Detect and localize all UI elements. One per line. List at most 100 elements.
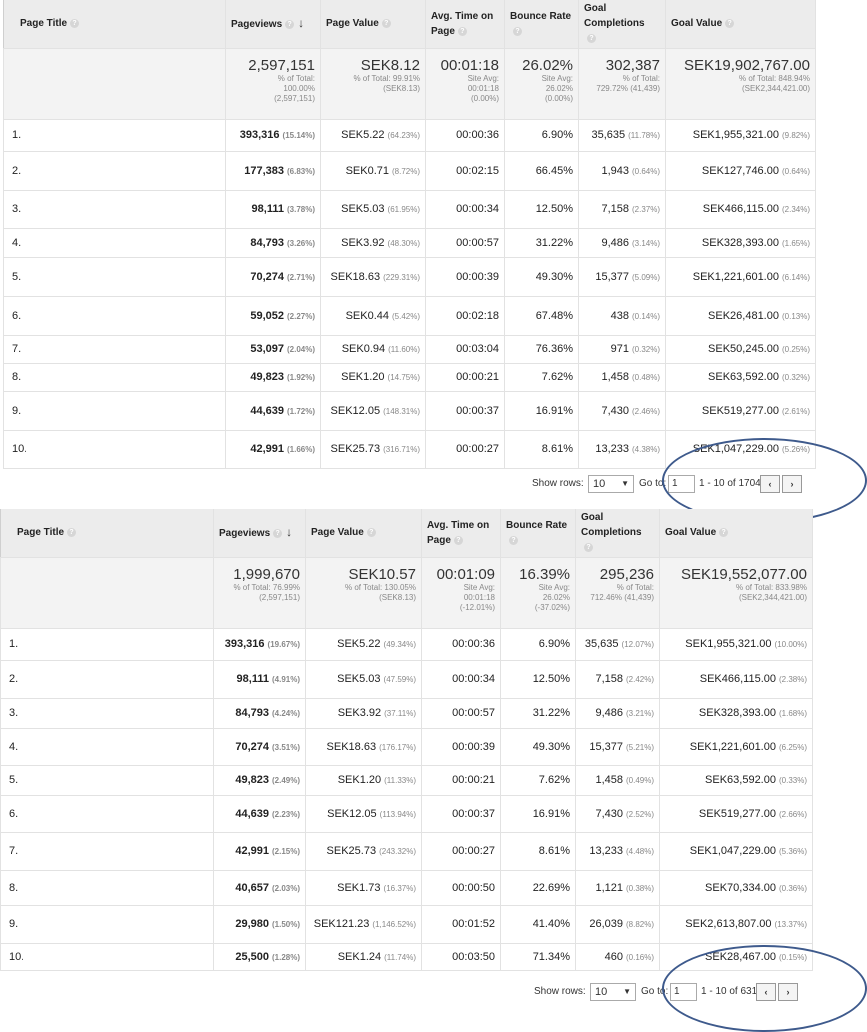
table-body: 1. 393,316 (15.14%) SEK5.22 (64.23%) 00:00:36… xyxy=(3,119,816,469)
goal-value-cell-percent: (0.36%) xyxy=(778,883,807,893)
table-row[interactable]: 5. 49,823 (2.49%) SEK1.20 (11.33%) 00:00:21 7.… xyxy=(0,765,813,796)
help-icon[interactable]: ? xyxy=(285,19,295,29)
goal-completions-cell-value: 35,635 xyxy=(591,129,626,141)
help-icon[interactable]: ? xyxy=(273,528,283,538)
page-title-link[interactable] xyxy=(23,872,209,903)
row-index-value: 9. xyxy=(9,918,19,930)
help-icon[interactable]: ? xyxy=(70,19,80,29)
sort-desc-icon[interactable]: ↓ xyxy=(298,16,304,30)
page-title-link[interactable] xyxy=(23,700,209,726)
bounce-rate-cell: 6.90% xyxy=(504,119,579,152)
row-index: 10. xyxy=(0,943,214,971)
goal-value-cell-percent: (2.38%) xyxy=(778,675,807,684)
col-header-page-title[interactable]: Page Title? xyxy=(0,509,214,558)
table-row[interactable]: 8. 49,823 (1.92%) SEK1.20 (14.75%) 00:00:21 7.… xyxy=(3,363,816,392)
avg-time-cell: 00:00:27 xyxy=(425,430,505,469)
table-row[interactable]: 2. 177,383 (6.83%) SEK0.71 (8.72%) 00:02:15 66… xyxy=(3,151,816,191)
show-rows-select[interactable]: 10 ▼ xyxy=(588,475,634,493)
table-row[interactable]: 1. 393,316 (19.67%) SEK5.22 (49.34%) 00:00:36… xyxy=(0,628,813,661)
col-header-avg-time[interactable]: Avg. Time on Page? xyxy=(425,0,505,49)
help-icon[interactable]: ? xyxy=(584,543,593,553)
col-header-pageviews[interactable]: Pageviews? ↓ xyxy=(213,509,306,558)
page-title-link[interactable] xyxy=(26,337,221,361)
col-header-goal-value[interactable]: Goal Value? xyxy=(659,509,813,558)
page-title-link[interactable] xyxy=(26,192,221,226)
col-header-bounce-rate[interactable]: Bounce Rate? xyxy=(500,509,576,558)
col-header-page-value[interactable]: Page Value? xyxy=(305,509,422,558)
help-icon[interactable]: ? xyxy=(381,19,391,29)
bounce-rate-cell-value: 31.22% xyxy=(535,236,573,249)
table-row[interactable]: 1. 393,316 (15.14%) SEK5.22 (64.23%) 00:00:36… xyxy=(3,119,816,152)
table-row[interactable]: 7. 53,097 (2.04%) SEK0.94 (11.60%) 00:03:04 76… xyxy=(3,335,816,364)
goal-completions-cell: 13,233 (4.38%) xyxy=(578,430,666,469)
goal-value-cell-percent: (0.33%) xyxy=(778,776,807,785)
page-title-link[interactable] xyxy=(23,730,209,763)
table-row[interactable]: 3. 98,111 (3.78%) SEK5.03 (61.95%) 00:00:34 12… xyxy=(3,190,816,229)
pageviews-cell-value: 40,657 xyxy=(235,881,269,894)
table-row[interactable]: 4. 84,793 (3.26%) SEK3.92 (48.30%) 00:00:57 31… xyxy=(3,228,816,258)
table-row[interactable]: 6. 59,052 (2.27%) SEK0.44 (5.42%) 00:02:18 67.… xyxy=(3,296,816,336)
row-index: 3. xyxy=(3,190,226,229)
help-icon[interactable]: ? xyxy=(725,19,735,29)
page-value-cell-value: SEK25.73 xyxy=(326,845,377,857)
goal-value-cell: SEK1,221,601.00 (6.14%) xyxy=(665,257,816,297)
help-icon[interactable]: ? xyxy=(67,528,77,538)
page-title-link[interactable] xyxy=(23,662,209,696)
page-title-link[interactable] xyxy=(26,298,221,333)
page-value-cell-value: SEK18.63 xyxy=(326,740,377,753)
summary-bounce-rate: 26.02% Site Avg: 26.02% (0.00%) xyxy=(504,48,579,120)
table-row[interactable]: 9. 29,980 (1.50%) SEK121.23 (1,146.52%) 00:01… xyxy=(0,905,813,944)
avg-time-cell-value: 00:00:37 xyxy=(456,404,499,417)
page-title-link[interactable] xyxy=(26,259,221,294)
col-header-pageviews[interactable]: Pageviews? ↓ xyxy=(225,0,321,49)
help-icon[interactable]: ? xyxy=(719,528,729,538)
col-header-page-title[interactable]: Page Title? xyxy=(3,0,226,49)
bounce-rate-cell: 49.30% xyxy=(500,728,576,766)
table-row[interactable]: 5. 70,274 (2.71%) SEK18.63 (229.31%) 00:00:39… xyxy=(3,257,816,297)
table-row[interactable]: 3. 84,793 (4.24%) SEK3.92 (37.11%) 00:00:57 31… xyxy=(0,698,813,729)
help-icon[interactable]: ? xyxy=(587,34,596,44)
pageviews-cell-value: 53,097 xyxy=(250,343,284,355)
page-title-link[interactable] xyxy=(26,153,221,188)
summary-blank xyxy=(0,557,214,629)
page-title-link[interactable] xyxy=(23,630,209,658)
page-value-cell-percent: (5.42%) xyxy=(391,311,420,321)
page-title-link[interactable] xyxy=(26,230,221,255)
avg-time-cell-value: 00:00:21 xyxy=(452,774,495,786)
bounce-rate-cell: 22.69% xyxy=(500,870,576,906)
col-header-goal-value[interactable]: Goal Value? xyxy=(665,0,816,49)
help-icon[interactable]: ? xyxy=(453,535,463,545)
table-row[interactable]: 7. 42,991 (2.15%) SEK25.73 (243.32%) 00:00:27… xyxy=(0,832,813,871)
page-title-link[interactable] xyxy=(23,767,209,793)
table-row[interactable]: 8. 40,657 (2.03%) SEK1.73 (16.37%) 00:00:50 22… xyxy=(0,870,813,906)
show-rows-select[interactable]: 10 ▼ xyxy=(590,983,636,1001)
page-title-link[interactable] xyxy=(23,834,209,868)
page-title-link[interactable] xyxy=(23,945,209,968)
col-header-bounce-rate[interactable]: Bounce Rate? xyxy=(504,0,579,49)
col-header-page-value[interactable]: Page Value? xyxy=(320,0,426,49)
sort-desc-icon[interactable]: ↓ xyxy=(286,525,292,539)
table-row[interactable]: 4. 70,274 (3.51%) SEK18.63 (176.17%) 00:00:39… xyxy=(0,728,813,766)
page-title-link[interactable] xyxy=(26,432,221,466)
col-header-goal-completions[interactable]: Goal Completions? xyxy=(575,509,660,558)
help-icon[interactable]: ? xyxy=(457,26,467,36)
col-header-goal-completions[interactable]: Goal Completions? xyxy=(578,0,666,49)
table-row[interactable]: 2. 98,111 (4.91%) SEK5.03 (47.59%) 00:00:34 12… xyxy=(0,660,813,699)
page-title-link[interactable] xyxy=(23,907,209,941)
summary-row: 1,999,670% of Total: 76.99% (2,597,151) S… xyxy=(0,557,813,629)
page-title-link[interactable] xyxy=(26,121,221,149)
bounce-rate-cell-value: 31.22% xyxy=(532,707,570,719)
table-row[interactable]: 6. 44,639 (2.23%) SEK12.05 (113.94%) 00:00:37… xyxy=(0,795,813,833)
col-header-avg-time[interactable]: Avg. Time on Page? xyxy=(421,509,501,558)
page-title-link[interactable] xyxy=(23,797,209,830)
goal-value-cell-value: SEK50,245.00 xyxy=(708,343,779,355)
help-icon[interactable]: ? xyxy=(513,26,522,36)
show-rows-label: Show rows: xyxy=(532,478,584,489)
page-title-link[interactable] xyxy=(26,393,221,428)
page-title-link[interactable] xyxy=(26,365,221,389)
avg-time-cell-value: 00:00:27 xyxy=(456,443,499,455)
table-row[interactable]: 9. 44,639 (1.72%) SEK12.05 (148.31%) 00:00:37… xyxy=(3,391,816,431)
avg-time-cell-value: 00:00:57 xyxy=(456,236,499,249)
help-icon[interactable]: ? xyxy=(366,528,376,538)
help-icon[interactable]: ? xyxy=(509,535,518,545)
